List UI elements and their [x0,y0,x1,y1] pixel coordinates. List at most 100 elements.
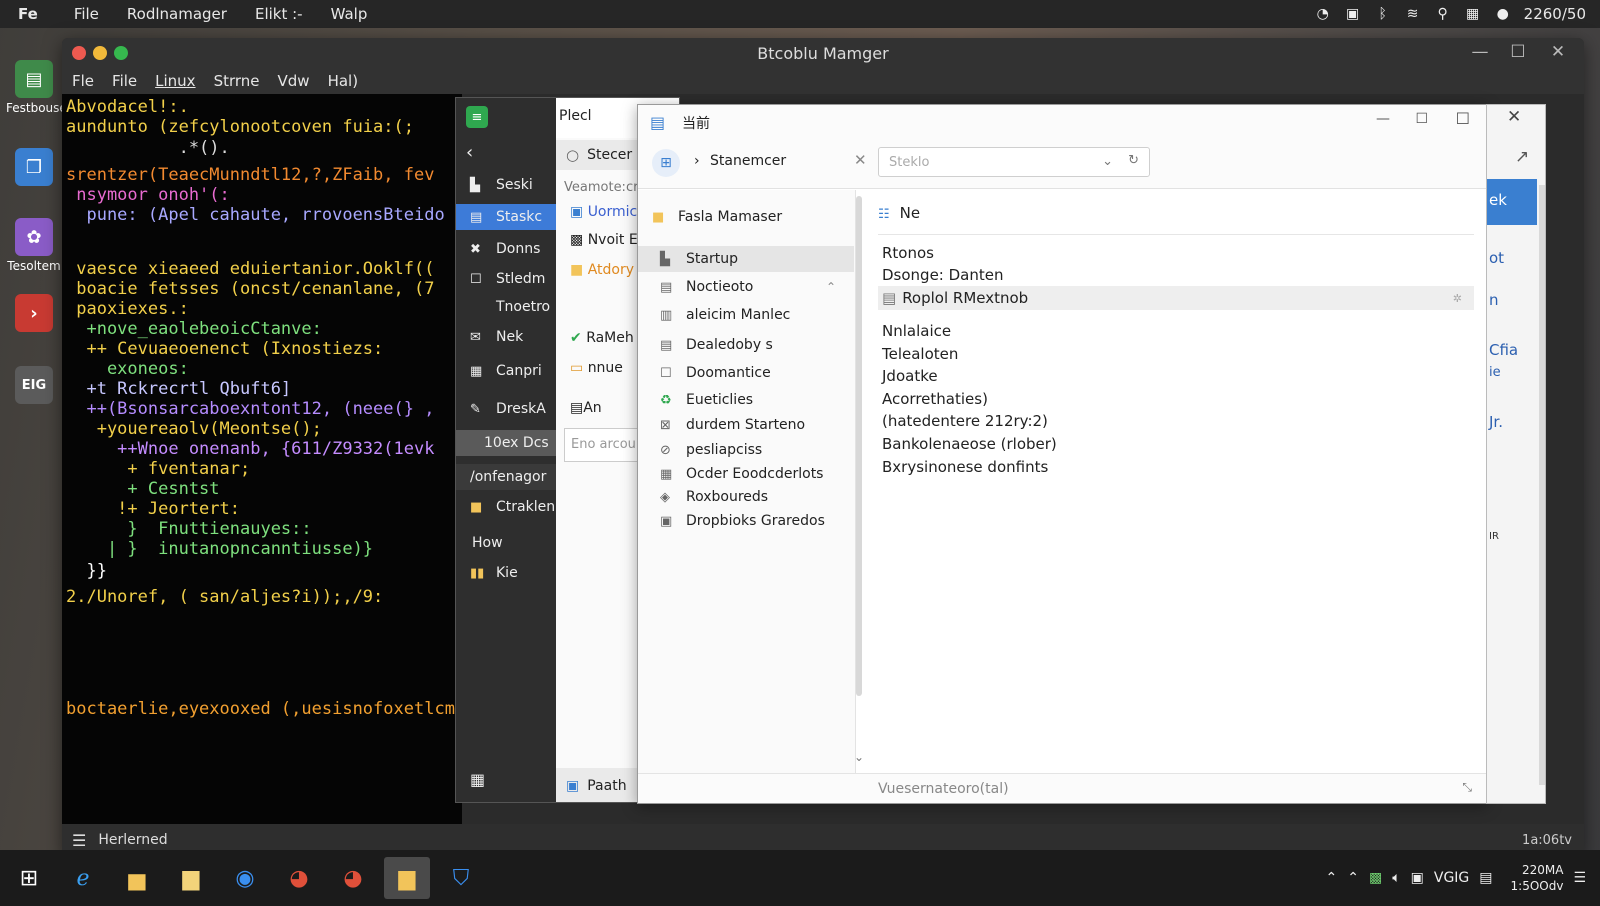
back-side-item[interactable]: ✖ Donns [456,236,556,262]
nav-item[interactable]: ▣ Dropbioks Graredos [638,508,854,534]
back-side-item[interactable]: How [456,530,556,556]
network-icon[interactable]: ▩ [1369,870,1382,886]
bluetooth-icon[interactable]: ᛒ [1374,5,1392,23]
nav-item[interactable]: ☐ Doomantice [638,360,854,386]
pin-icon[interactable]: ⌃ [826,280,836,294]
back-side-item[interactable]: ■ Ctraklen [456,494,556,520]
earth-icon[interactable]: ◉ [222,857,268,899]
window-icon[interactable]: ▣ [1344,5,1362,23]
desktop-icon-red-app[interactable]: › [6,294,62,335]
back-arrow-icon[interactable]: ‹ [466,142,473,163]
file-manager-icon[interactable]: ▆ [384,857,430,899]
back-list-item[interactable]: ✔ RaMeh [570,330,634,346]
user-icon[interactable]: ● [1494,5,1512,23]
nav-item[interactable]: ♻ Eueticlies [638,387,854,413]
back-list-item[interactable]: ■ Atdory [570,262,634,278]
top-menu-help[interactable]: Walp [317,5,382,23]
desktop-icon-tesoltem[interactable]: ✿ Tesoltem [6,218,62,273]
menu-linux[interactable]: Linux [146,72,204,90]
file-manager-window[interactable]: ▤ 当前 — ☐ ☐ ⊞ › Stanemcer ✕ Steklo ⌄ ↻ ■ F… [637,104,1487,804]
nav-item-startup[interactable]: ▙ Startup [638,246,854,272]
list-view-icon[interactable]: ☷ [878,207,890,222]
notification-icon[interactable]: ☰ [1573,870,1586,886]
grid-icon[interactable]: ▦ [1464,5,1482,23]
menu-view[interactable]: Vdw [269,72,319,90]
tray-text[interactable]: VGIG [1434,870,1469,886]
back-side-item[interactable]: /onfenagor [456,464,556,490]
share-icon[interactable]: ↗ [1515,147,1529,167]
minimize-icon[interactable]: — [1376,111,1390,127]
scroll-down-icon[interactable]: ⌄ [854,750,864,764]
desktop-icon-blue-app[interactable]: ❐ [6,148,62,189]
fm-titlebar[interactable]: ▤ 当前 — ☐ ☐ [638,105,1486,139]
nav-item[interactable]: ⊠ durdem Starteno [638,412,854,438]
message-icon[interactable]: ▣ [1411,870,1424,886]
back-side-item[interactable]: ▮▮ Kie [456,560,556,586]
apps-grid-icon[interactable]: ▦ [470,770,485,789]
back-side-item-selected[interactable]: ▤ Staskc [456,204,556,230]
top-menu-app[interactable]: Fe [0,5,60,23]
taskbar-clock[interactable]: 220MA 1:5OOdv [1511,862,1564,894]
back-list-item[interactable]: ▩ Nvoit E [570,232,638,248]
wifi-icon[interactable]: ≋ [1404,5,1422,23]
back-side-item[interactable]: ☐ Stledm [456,266,556,292]
back-side-item[interactable]: Tnoetro [456,294,556,320]
back-side-item[interactable]: ✉ Nek [456,324,556,350]
nav-item[interactable]: ⊘ pesliapciss [638,437,854,463]
nav-item[interactable]: ▥ aleicim Manlec [638,302,854,328]
location-icon[interactable]: ⚲ [1434,5,1452,23]
content-row[interactable]: Nnlalaice [882,322,951,340]
menu-file[interactable]: File [103,72,146,90]
settings-icon[interactable]: ✲ [1453,292,1462,305]
grid-menu-icon[interactable]: ☰ [72,831,86,850]
right-scrollbar[interactable] [1539,185,1545,785]
right-window-fragment[interactable]: ✕ ↗ ek ot n Cfia ie Jr. IR [1486,104,1546,804]
resize-grip-icon[interactable]: ⤡ [1462,780,1472,795]
minimize-icon[interactable]: — [1468,42,1492,62]
content-row[interactable]: Rtonos [882,244,934,262]
clock-icon[interactable]: ◔ [1314,5,1332,23]
close-icon[interactable]: ✕ [1507,107,1521,127]
content-row[interactable]: Jdoatke [882,367,938,385]
file-explorer-icon[interactable]: ▅ [114,857,160,899]
nav-header[interactable]: ■ Fasla Mamaser [638,204,854,230]
edge-icon[interactable]: ℯ [60,857,106,899]
chrome-icon[interactable]: ◕ [330,857,376,899]
menu-help[interactable]: Hal) [319,72,368,90]
content-row[interactable]: Dsonge: Danten [882,266,1004,284]
keyboard-icon[interactable]: ▤ [1479,870,1492,886]
menu-strrne[interactable]: Strrne [205,72,269,90]
nav-scrollbar[interactable] [856,196,862,696]
back-list-item[interactable]: ▤An [570,400,602,416]
chevron-up-icon[interactable]: ⌃ [1326,870,1338,886]
content-row[interactable]: (hatedentere 212ry:2) [882,412,1048,430]
start-icon[interactable]: ⊞ [6,857,52,899]
main-titlebar[interactable]: Btcoblu Mamger — ☐ ✕ [62,38,1584,68]
top-menu-edit[interactable]: Elikt :- [241,5,317,23]
fm-search-input[interactable]: Steklo ⌄ ↻ [878,147,1150,177]
chevron-up-icon[interactable]: ⌃ [1347,870,1359,886]
maximize-icon[interactable]: ☐ [1506,42,1530,62]
menu-fle[interactable]: Fle [62,72,103,90]
back-side-item[interactable]: ✎ DreskA [456,396,556,422]
back-side-item[interactable]: ▙ Seski [456,172,556,198]
content-row-selected[interactable]: ▤ Roplol RMextnob ✲ [878,286,1474,310]
maximize-icon[interactable]: ☐ [1456,109,1470,128]
right-tab-selected[interactable]: ek [1487,179,1537,225]
chrome-icon[interactable]: ◕ [276,857,322,899]
desktop-icon-festbouse[interactable]: ▤ Festbouse [6,60,67,115]
desktop-icon-file[interactable]: EIG [6,366,62,407]
top-menu-manager[interactable]: Rodlnamager [113,5,241,23]
top-clock[interactable]: 2260/50 [1524,5,1586,23]
volume-icon[interactable]: 🔈︎ [1392,870,1400,886]
terminal-pane[interactable]: Abvodacel!:. aundunto (zefcylonootcoven f… [62,94,462,842]
close-icon[interactable]: ✕ [1546,42,1570,62]
back-side-item[interactable]: ▦ Canpri [456,358,556,384]
back-list-item[interactable]: ▭ nnue [570,360,623,376]
content-row[interactable]: Bankolenaeose (rlober) [882,435,1057,453]
content-row[interactable]: Bxrysinonese donfints [882,458,1048,476]
nav-item[interactable]: ▤ Dealedoby s [638,332,854,358]
nav-item[interactable]: ▤ Noctieoto ⌃ [638,274,854,300]
back-side-item[interactable]: 10ex Dcs [456,430,556,456]
content-row[interactable]: Telealoten [882,345,958,363]
